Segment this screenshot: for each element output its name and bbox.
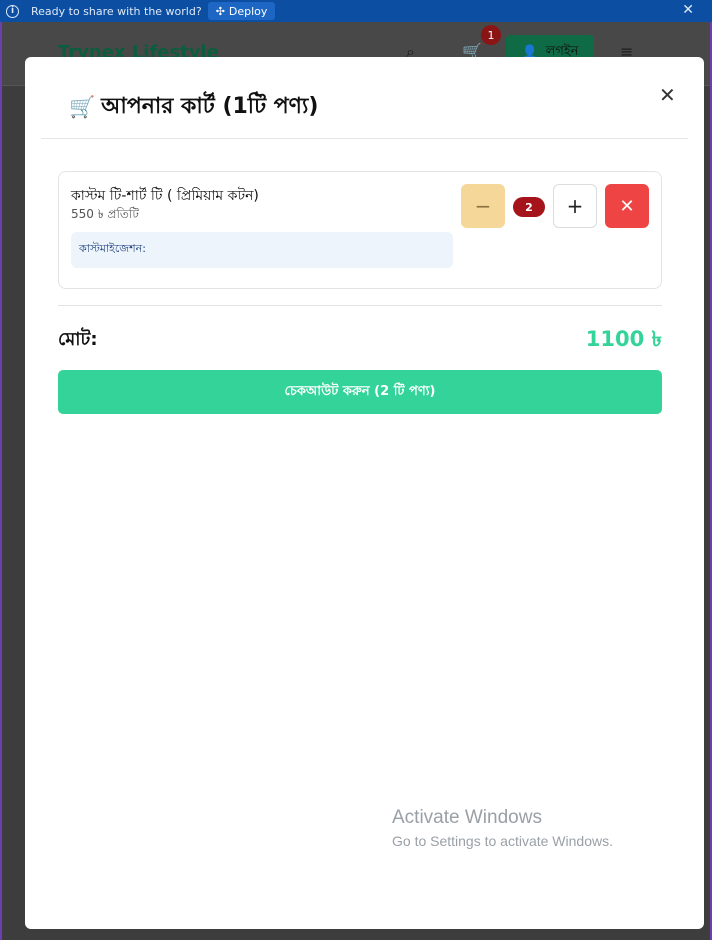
divider	[58, 305, 662, 306]
total-label: মোট:	[58, 329, 98, 350]
cart-modal: 🛒 আপনার কার্ট (1টি পণ্য) ✕ কাস্টম টি-শার…	[25, 57, 704, 929]
close-icon: ✕	[619, 195, 635, 217]
quantity-badge: 2	[513, 197, 545, 217]
customization-label: কাস্টমাইজেশন:	[79, 242, 146, 255]
rocket-icon: ✣	[215, 4, 225, 18]
remove-item-button[interactable]: ✕	[605, 184, 649, 228]
customization-box: কাস্টমাইজেশন:	[71, 232, 453, 268]
increase-quantity-button[interactable]: +	[553, 184, 597, 228]
watermark-subtitle: Go to Settings to activate Windows.	[392, 833, 613, 849]
deploy-label: Deploy	[228, 4, 268, 18]
item-name: কাস্টম টি-শার্ট টি ( প্রিমিয়াম কটন)	[71, 188, 259, 204]
minus-icon: −	[474, 194, 492, 218]
modal-header: 🛒 আপনার কার্ট (1টি পণ্য) ✕	[41, 57, 688, 139]
modal-title-text: আপনার কার্ট (1টি পণ্য)	[101, 94, 319, 119]
close-banner-icon[interactable]: ✕	[682, 2, 694, 18]
plus-icon: +	[566, 194, 584, 218]
cart-count-badge: 1	[481, 25, 501, 45]
item-price: 550 ৳ প্রতিটি	[71, 207, 139, 221]
banner-message: Ready to share with the world?	[31, 4, 202, 18]
info-icon: i	[6, 4, 19, 18]
deploy-banner: i Ready to share with the world? ✣ Deplo…	[0, 0, 712, 22]
close-modal-icon[interactable]: ✕	[659, 85, 676, 105]
checkout-button[interactable]: চেকআউট করুন (2 টি পণ্য)	[58, 370, 662, 414]
deploy-button[interactable]: ✣ Deploy	[207, 2, 276, 20]
shopping-cart-icon: 🛒	[69, 95, 96, 119]
cart-item: কাস্টম টি-শার্ট টি ( প্রিমিয়াম কটন) 550…	[58, 171, 662, 289]
decrease-quantity-button[interactable]: −	[461, 184, 505, 228]
total-value: 1100 ৳	[585, 327, 662, 351]
windows-activation-watermark: Activate Windows Go to Settings to activ…	[392, 807, 613, 849]
modal-title: 🛒 আপনার কার্ট (1টি পণ্য)	[69, 89, 318, 126]
watermark-title: Activate Windows	[392, 807, 542, 828]
